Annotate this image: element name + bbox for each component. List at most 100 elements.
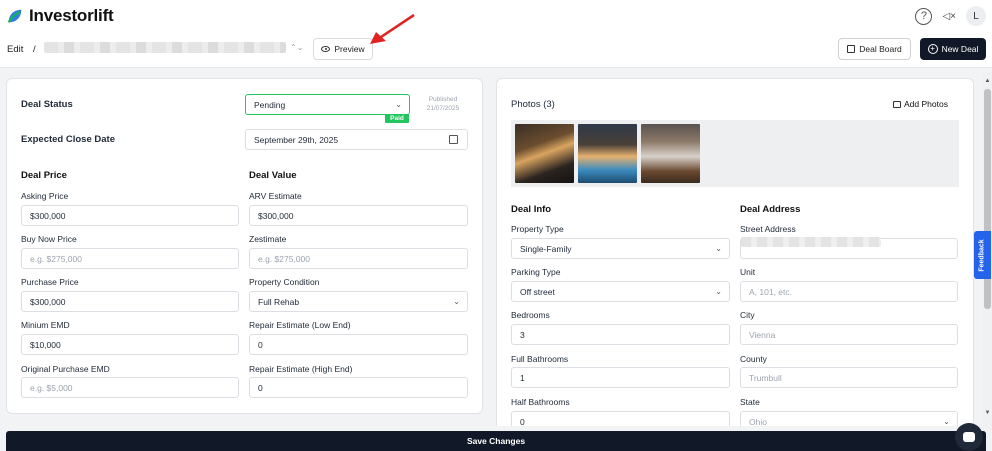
city-input[interactable]: Vienna <box>740 324 958 345</box>
repair-low-input[interactable]: 0 <box>249 334 468 355</box>
city-label: City <box>740 310 755 320</box>
sort-chevrons-icon[interactable]: ⌃⌄ <box>290 43 303 52</box>
min-emd-input[interactable]: $10,000 <box>21 334 239 355</box>
top-bar: Investorlift ? ◁× L <box>0 0 992 32</box>
condition-label: Property Condition <box>249 277 320 287</box>
orig-emd-input[interactable]: e.g. $5,000 <box>21 377 239 398</box>
paid-badge: Paid <box>385 114 409 123</box>
parking-select[interactable]: Off street ⌄ <box>511 281 730 302</box>
state-select[interactable]: Ohio ⌄ <box>740 411 958 426</box>
asking-price-input[interactable]: $300,000 <box>21 205 239 226</box>
edit-toolbar: Edit / ⌃⌄ Preview Deal Board + New Deal <box>0 32 992 68</box>
county-input[interactable]: Trumbull <box>740 367 958 388</box>
board-icon <box>847 45 856 53</box>
deal-value-heading: Deal Value <box>249 170 297 181</box>
deal-address-heading: Deal Address <box>740 204 801 215</box>
zestimate-input[interactable]: e.g. $275,000 <box>249 248 468 269</box>
photo-thumbnail[interactable] <box>578 124 637 183</box>
eye-icon <box>321 46 331 52</box>
chevron-down-icon: ⌄ <box>715 287 722 296</box>
save-changes-button[interactable]: Save Changes <box>6 431 986 451</box>
redacted-street <box>741 237 881 247</box>
chevron-down-icon: ⌄ <box>715 244 722 253</box>
published-label: Published <box>428 96 458 103</box>
bedrooms-input[interactable]: 3 <box>511 324 730 345</box>
deal-info-heading: Deal Info <box>511 204 552 215</box>
property-type-select[interactable]: Single-Family ⌄ <box>511 238 730 259</box>
parking-value: Off street <box>520 286 555 297</box>
half-bath-input[interactable]: 0 <box>511 411 730 426</box>
plus-circle-icon: + <box>927 44 938 54</box>
chevron-down-icon: ⌄ <box>453 297 460 306</box>
scroll-up-icon[interactable]: ▲ <box>983 78 992 84</box>
save-changes-label: Save Changes <box>466 436 526 446</box>
asking-price-label: Asking Price <box>21 191 69 201</box>
condition-select[interactable]: Full Rehab ⌄ <box>249 291 468 312</box>
image-icon <box>893 100 901 108</box>
condition-value: Full Rehab <box>258 296 300 307</box>
logo[interactable]: Investorlift <box>6 6 114 26</box>
photos-label: Photos (3) <box>511 99 555 110</box>
redacted-deal-name[interactable] <box>44 42 286 53</box>
deal-board-button[interactable]: Deal Board <box>838 38 911 60</box>
arv-label: ARV Estimate <box>249 191 302 201</box>
photo-thumbnail[interactable] <box>641 124 700 183</box>
buy-now-input[interactable]: e.g. $275,000 <box>21 248 239 269</box>
close-date-label: Expected Close Date <box>21 134 115 145</box>
mute-icon[interactable]: ◁× <box>942 11 956 22</box>
full-bath-label: Full Bathrooms <box>511 354 569 364</box>
chevron-down-icon: ⌄ <box>395 100 402 109</box>
chevron-down-icon: ⌄ <box>943 417 950 426</box>
photo-thumbnail[interactable] <box>515 124 574 183</box>
add-photos-button[interactable]: Add Photos <box>893 99 948 109</box>
repair-high-input[interactable]: 0 <box>249 377 468 398</box>
preview-label: Preview <box>334 44 365 54</box>
arv-input[interactable]: $300,000 <box>249 205 468 226</box>
property-type-value: Single-Family <box>520 243 572 254</box>
deal-price-heading: Deal Price <box>21 170 67 181</box>
deal-board-label: Deal Board <box>859 44 902 54</box>
photo-gallery <box>511 120 959 187</box>
chat-icon <box>963 432 975 442</box>
edit-label: Edit <box>7 44 24 55</box>
full-bath-input[interactable]: 1 <box>511 367 730 388</box>
buy-now-label: Buy Now Price <box>21 234 77 244</box>
orig-emd-label: Original Purchase EMD <box>21 364 110 374</box>
chat-button[interactable] <box>955 423 983 451</box>
annotation-arrow-icon <box>370 13 415 44</box>
feedback-tab[interactable]: Feedback <box>974 231 991 279</box>
calendar-icon <box>449 135 458 144</box>
state-value: Ohio <box>749 416 767 427</box>
purchase-price-input[interactable]: $300,000 <box>21 291 239 312</box>
deal-status-label: Deal Status <box>21 99 73 110</box>
new-deal-label: New Deal <box>941 44 979 54</box>
published-date: 21/07/2025 <box>426 105 460 112</box>
repair-low-label: Repair Estimate (Low End) <box>249 320 351 330</box>
close-date-picker[interactable]: September 29th, 2025 <box>245 129 468 150</box>
deal-details-card: Deal Status Pending ⌄ Paid Published 21/… <box>6 78 483 414</box>
add-photos-label: Add Photos <box>904 99 948 109</box>
zestimate-label: Zestimate <box>249 234 287 244</box>
county-label: County <box>740 354 767 364</box>
bedrooms-label: Bedrooms <box>511 310 550 320</box>
purchase-price-label: Purchase Price <box>21 277 79 287</box>
scroll-down-icon[interactable]: ▼ <box>983 410 992 416</box>
deal-status-select[interactable]: Pending ⌄ <box>245 94 410 115</box>
property-type-label: Property Type <box>511 224 564 234</box>
published-info: Published 21/07/2025 <box>415 95 471 113</box>
min-emd-label: Minium EMD <box>21 320 70 330</box>
repair-high-label: Repair Estimate (High End) <box>249 364 353 374</box>
state-label: State <box>740 397 760 407</box>
deal-info-card: Photos (3) Add Photos Deal Info Deal Add… <box>496 78 974 426</box>
new-deal-button[interactable]: + New Deal <box>920 38 986 60</box>
unit-input[interactable]: A, 101, etc. <box>740 281 958 302</box>
help-icon[interactable]: ? <box>915 7 933 25</box>
breadcrumb-separator: / <box>33 44 36 55</box>
deal-status-value: Pending <box>254 99 286 110</box>
parking-label: Parking Type <box>511 267 561 277</box>
leaf-logo-icon <box>7 9 22 23</box>
preview-button[interactable]: Preview <box>313 38 373 60</box>
feedback-label: Feedback <box>979 238 987 272</box>
avatar[interactable]: L <box>966 6 986 26</box>
street-label: Street Address <box>740 224 796 234</box>
